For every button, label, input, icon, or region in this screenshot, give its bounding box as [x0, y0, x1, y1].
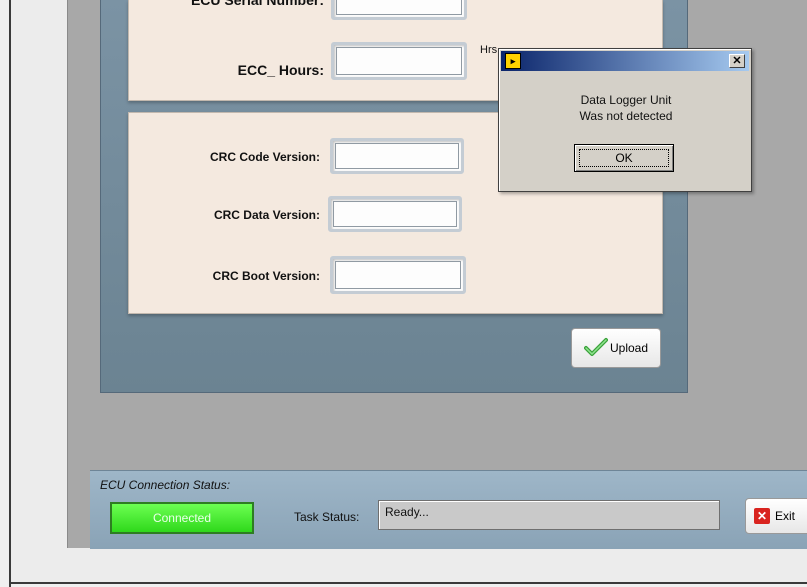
exit-button[interactable]: ✕ Exit — [745, 498, 807, 534]
crc-data-version-label: CRC Data Version: — [213, 208, 320, 222]
crc-code-version-label: CRC Code Version: — [209, 150, 320, 164]
dialog-message-line1: Data Logger Unit — [580, 93, 672, 107]
crc-boot-version-label: CRC Boot Version: — [212, 269, 320, 283]
ecc-hours-label: ECC_ Hours: — [237, 62, 324, 78]
red-x-icon: ✕ — [754, 508, 770, 524]
crc-boot-version-field[interactable] — [330, 256, 466, 294]
window-background-bottom — [11, 548, 807, 582]
ecc-hours-field[interactable] — [331, 42, 467, 80]
ecu-connection-status-label: ECU Connection Status: — [100, 478, 231, 492]
data-logger-dialog: ▸ ✕ Data Logger Unit Was not detected OK — [498, 48, 752, 192]
task-status-label: Task Status: — [294, 510, 360, 524]
task-status-field: Ready... — [378, 500, 720, 530]
window-border-left — [9, 0, 11, 587]
ecu-serial-label: ECU Serial Number: — [190, 0, 324, 8]
dialog-title-bar[interactable]: ▸ ✕ — [501, 51, 749, 71]
window-background-left — [11, 0, 67, 582]
dialog-message-line2: Was not detected — [579, 109, 673, 123]
window-border-bottom — [9, 582, 807, 584]
dialog-close-button[interactable]: ✕ — [729, 54, 745, 68]
ecu-serial-field[interactable] — [331, 0, 467, 20]
exit-button-label: Exit — [775, 509, 796, 523]
hours-unit-label: Hrs — [480, 44, 498, 56]
crc-data-version-field[interactable] — [328, 196, 462, 232]
ok-button-label: OK — [615, 151, 633, 165]
upload-button-label: Upload — [609, 341, 649, 355]
close-icon: ✕ — [732, 54, 742, 67]
crc-code-version-field[interactable] — [330, 138, 464, 174]
labview-app-icon: ▸ — [505, 53, 521, 69]
ok-button[interactable]: OK — [574, 144, 674, 172]
upload-button[interactable]: Upload — [571, 328, 661, 368]
connection-status-indicator: Connected — [110, 502, 254, 534]
connection-status-value: Connected — [152, 511, 212, 525]
checkmark-icon — [583, 337, 608, 360]
